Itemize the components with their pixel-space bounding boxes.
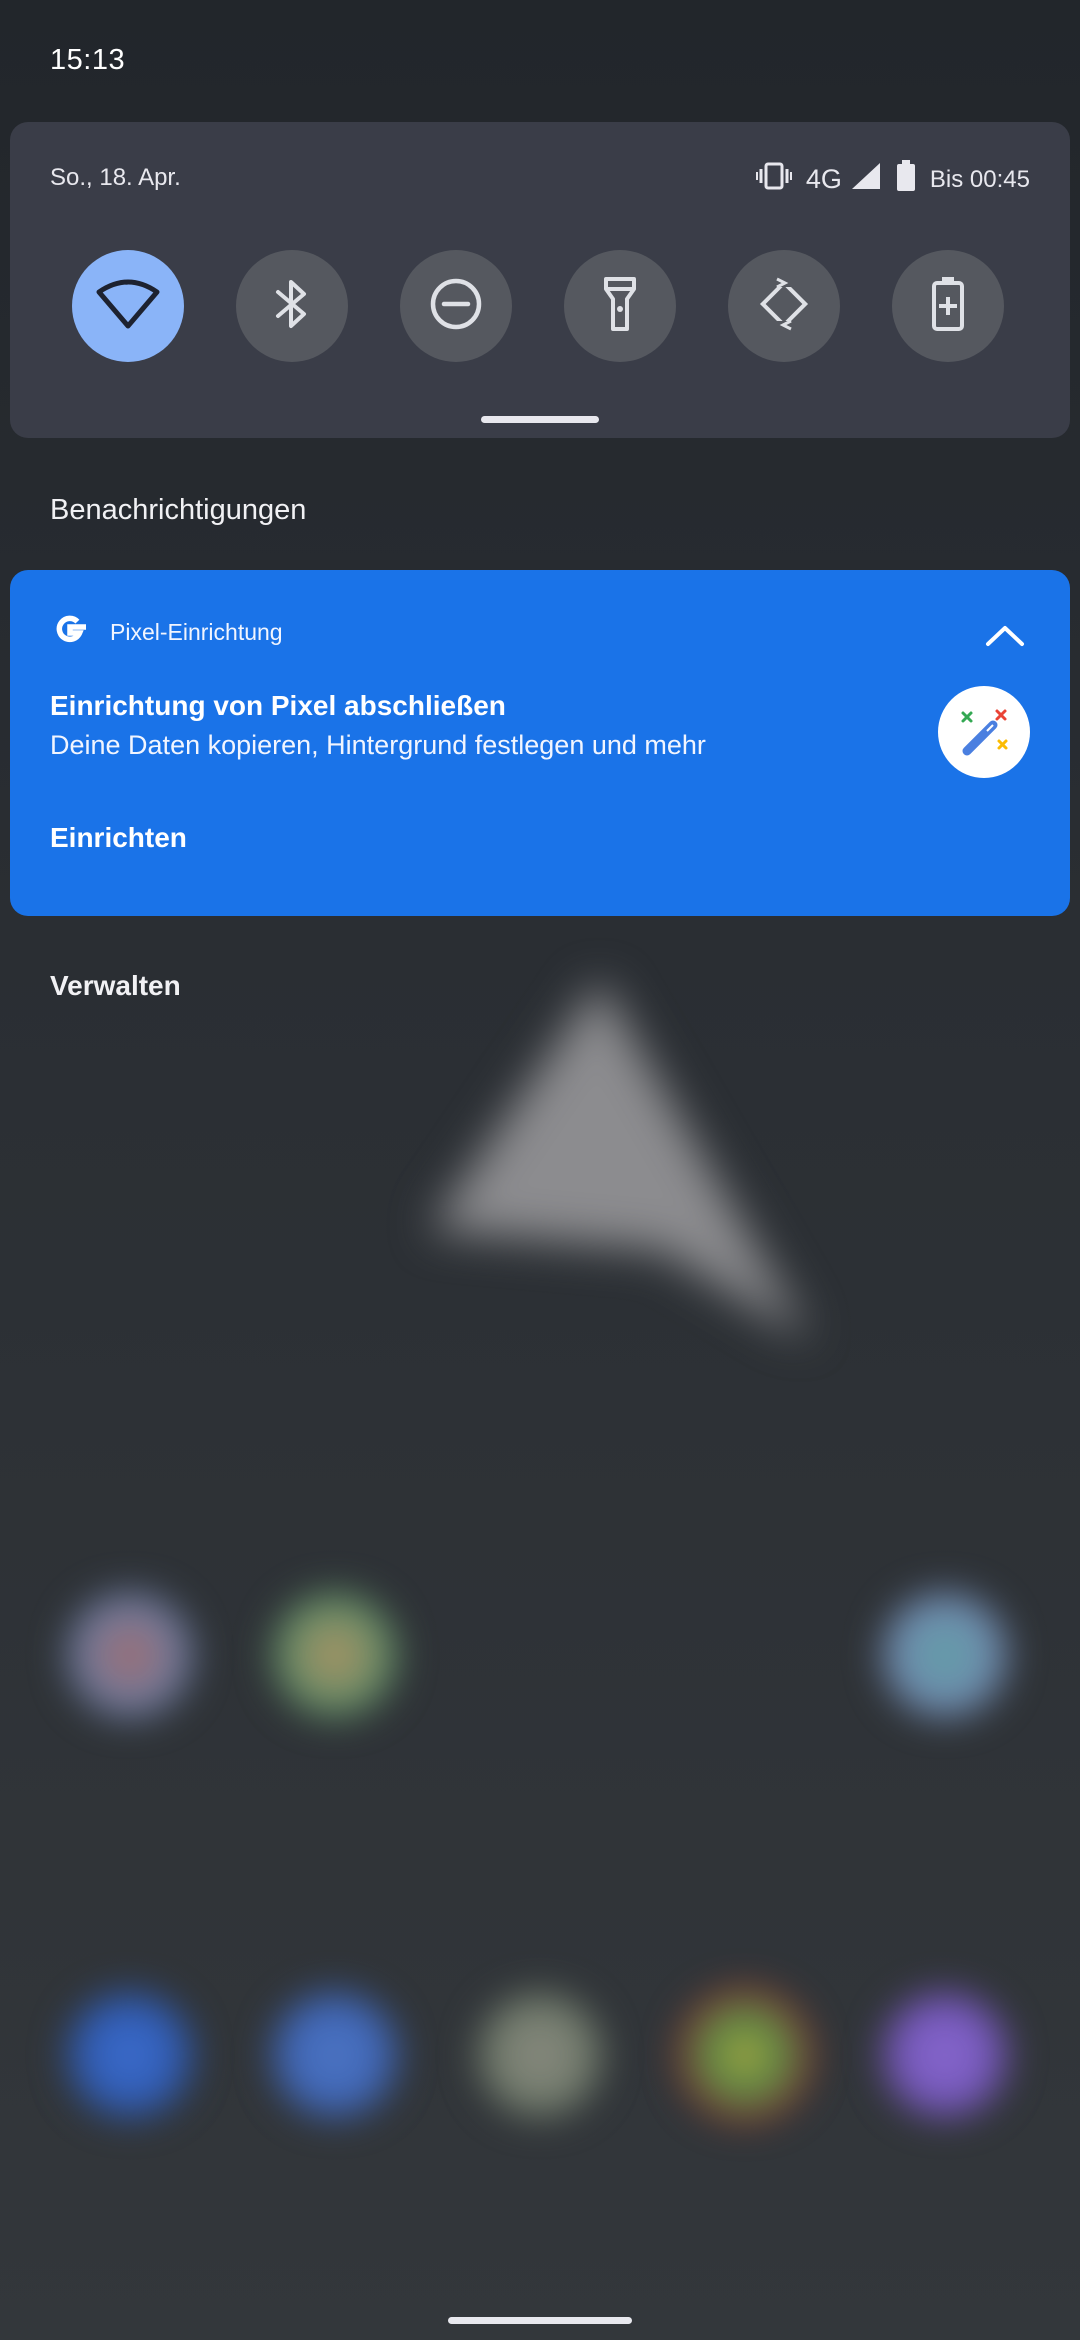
blurred-dock-icon: [270, 1990, 400, 2120]
gesture-navigation-handle[interactable]: [448, 2317, 632, 2324]
flashlight-tile[interactable]: [564, 250, 676, 362]
wallpaper-arrow-shape: [430, 980, 810, 1340]
battery-saver-icon: [931, 276, 965, 336]
flashlight-icon: [600, 275, 640, 338]
cellular-signal-icon: [850, 161, 882, 198]
notification-header: Pixel-Einrichtung: [50, 610, 283, 655]
status-bar-clock: 15:13: [50, 44, 126, 76]
notifications-section-title: Benachrichtigungen: [50, 494, 307, 526]
do-not-disturb-tile[interactable]: [400, 250, 512, 362]
magic-wand-icon: [938, 686, 1030, 778]
battery-saver-tile[interactable]: [892, 250, 1004, 362]
collapse-chevron-icon[interactable]: [980, 610, 1030, 660]
battery-icon: [896, 160, 916, 199]
notification-app-name: Pixel-Einrichtung: [110, 619, 283, 645]
auto-rotate-icon: [755, 275, 813, 338]
blurred-dock-icon: [680, 1990, 810, 2120]
vibrate-icon: [755, 161, 792, 198]
blurred-dock-icon: [65, 1990, 195, 2120]
notification-title: Einrichtung von Pixel abschließen: [50, 690, 506, 721]
setup-action-button[interactable]: Einrichten: [50, 822, 187, 854]
qs-status-icons: 4G Bis 00:45: [755, 160, 1030, 199]
qs-date[interactable]: So., 18. Apr.: [50, 164, 181, 192]
bluetooth-tile[interactable]: [236, 250, 348, 362]
blurred-app-icon: [65, 1590, 195, 1720]
wifi-tile[interactable]: [72, 250, 184, 362]
quick-settings-tiles: [72, 250, 1004, 362]
blurred-dock-icon: [475, 1990, 605, 2120]
qs-expand-handle[interactable]: [481, 416, 599, 423]
blurred-app-icon: [880, 1590, 1010, 1720]
notification-text: Deine Daten kopieren, Hintergrund festle…: [50, 730, 706, 760]
battery-estimate: Bis 00:45: [929, 165, 1030, 193]
wifi-icon: [96, 278, 160, 335]
network-type-label: 4G: [805, 164, 842, 194]
blurred-dock-icon: [880, 1990, 1010, 2120]
quick-settings-panel: So., 18. Apr. 4G Bis 00:45: [10, 122, 1070, 438]
do-not-disturb-icon: [428, 276, 484, 337]
manage-notifications-button[interactable]: Verwalten: [50, 970, 181, 1002]
bluetooth-icon: [272, 276, 312, 337]
auto-rotate-tile[interactable]: [728, 250, 840, 362]
notification-card[interactable]: Pixel-Einrichtung Einrichtung von Pixel …: [10, 570, 1070, 916]
google-g-icon: [50, 610, 90, 655]
blurred-app-icon: [270, 1590, 400, 1720]
